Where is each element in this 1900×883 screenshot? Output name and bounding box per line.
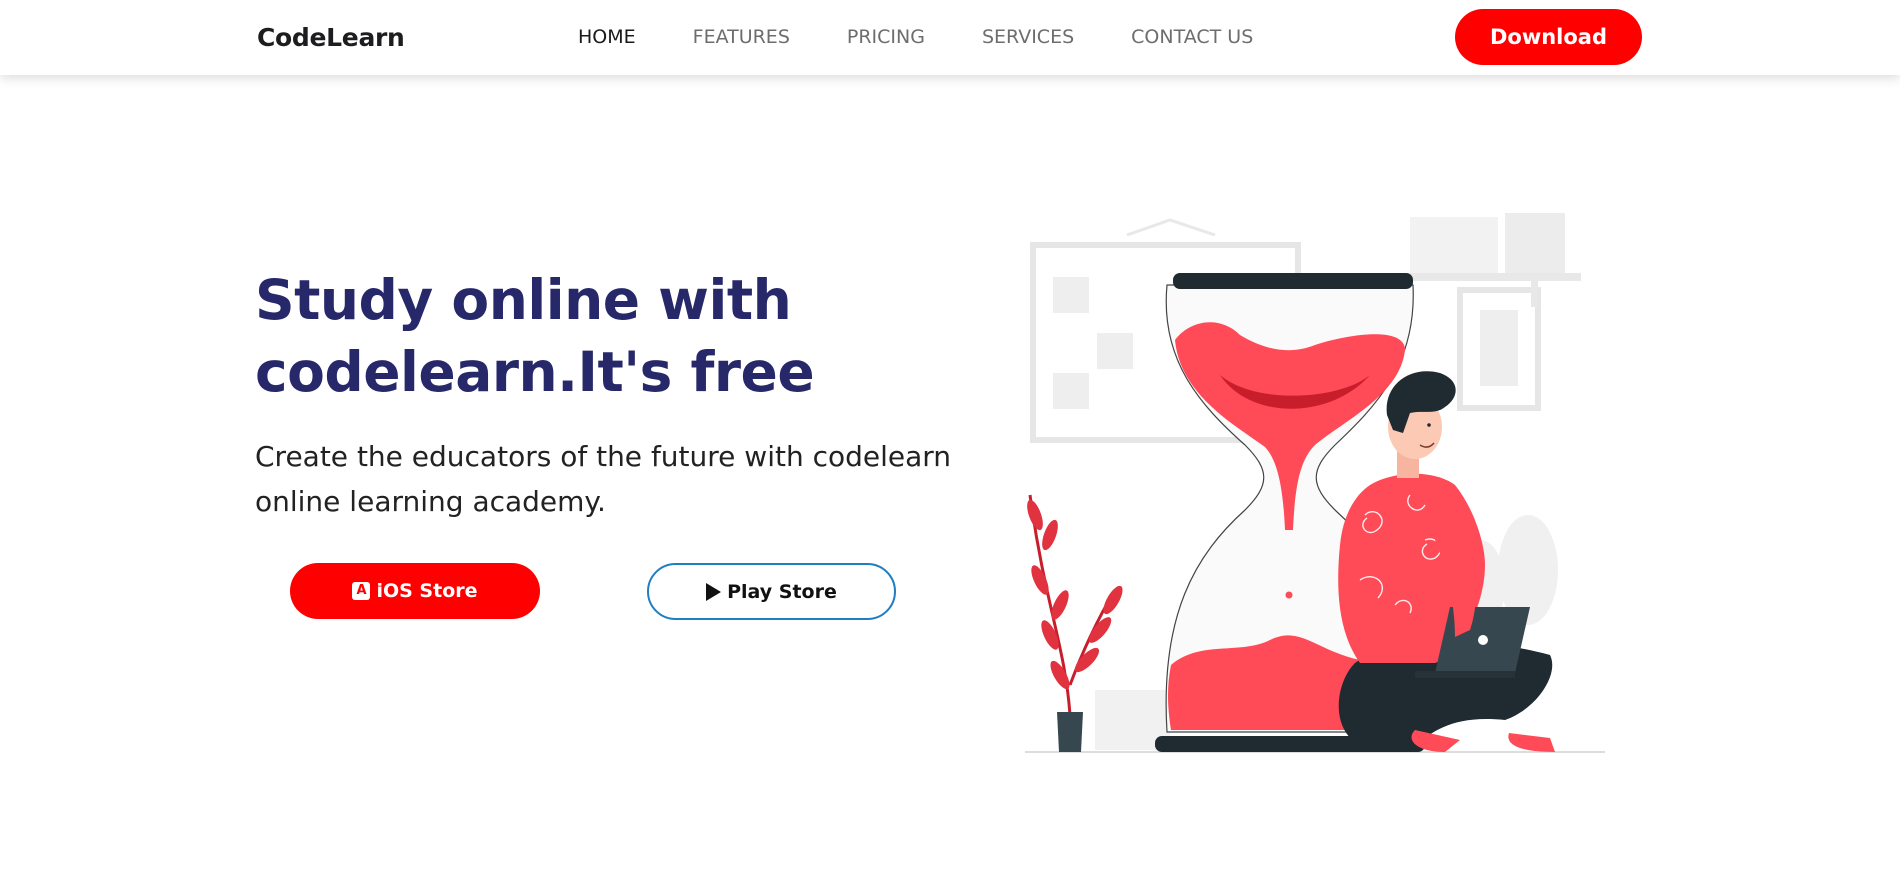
play-icon xyxy=(706,582,722,601)
ios-store-button[interactable]: iOS Store xyxy=(290,563,540,619)
play-store-button[interactable]: Play Store xyxy=(647,563,896,620)
nav-links: HOME FEATURES PRICING SERVICES CONTACT U… xyxy=(578,26,1310,48)
download-button[interactable]: Download xyxy=(1455,9,1642,65)
hero-title-line2: codelearn.It's free xyxy=(255,340,815,404)
ios-store-label: iOS Store xyxy=(376,580,478,602)
app-store-icon xyxy=(352,582,371,600)
brand-logo[interactable]: CodeLearn xyxy=(257,23,405,52)
navbar: CodeLearn HOME FEATURES PRICING SERVICES… xyxy=(0,0,1900,75)
play-store-label: Play Store xyxy=(727,580,837,603)
nav-link-contact-us[interactable]: CONTACT US xyxy=(1131,26,1253,48)
hourglass-illustration xyxy=(1025,213,1605,753)
hero-subtitle: Create the educators of the future with … xyxy=(255,440,952,518)
nav-link-home[interactable]: HOME xyxy=(578,26,636,48)
nav-link-services[interactable]: SERVICES xyxy=(982,26,1074,48)
hero-title: Study online with codelearn.It's free xyxy=(255,264,855,408)
nav-link-features[interactable]: FEATURES xyxy=(693,26,790,48)
hero-title-line1: Study online with xyxy=(255,268,792,332)
nav-link-pricing[interactable]: PRICING xyxy=(847,26,925,48)
